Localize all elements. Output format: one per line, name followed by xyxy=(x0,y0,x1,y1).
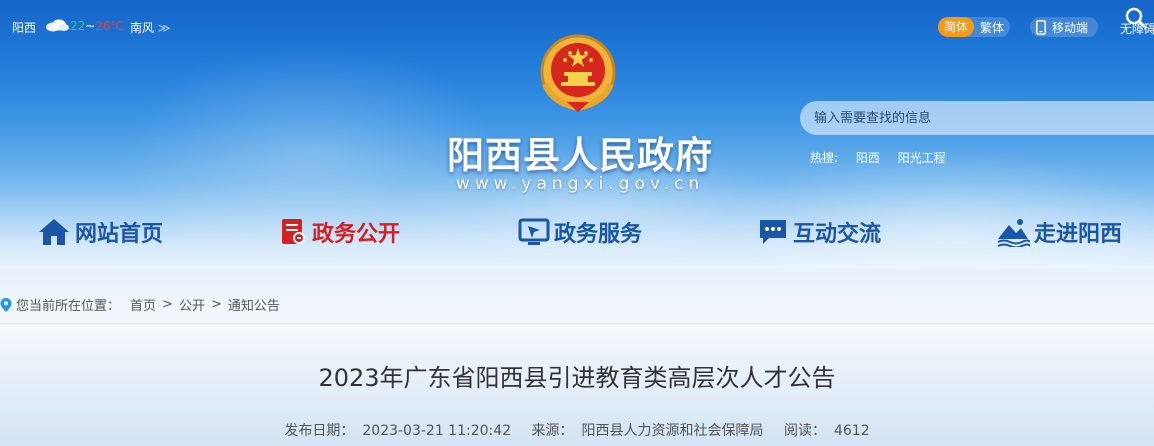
nav-item-about-yangxi[interactable]: 走进阳西 xyxy=(996,212,1122,252)
source-label: 来源： xyxy=(531,423,574,439)
site-url: www.yangxi.gov.cn xyxy=(455,174,705,194)
search-icon[interactable] xyxy=(1124,6,1148,30)
article-title: 2023年广东省阳西县引进教育类高层次人才公告 xyxy=(318,364,836,392)
breadcrumb: 您当前所在位置： 首页 > 公开 > 通知公告 xyxy=(0,283,1154,324)
home-icon xyxy=(39,219,69,245)
chevron-right-icon[interactable]: ≫ xyxy=(158,21,171,35)
hot-search: 热搜: 阳西 阳光工程 xyxy=(810,149,960,166)
nav-item-interaction[interactable]: 互动交流 xyxy=(757,212,881,252)
simplified-chinese-button[interactable]: 简体 xyxy=(938,17,975,37)
language-switch: 简体 繁体 xyxy=(938,17,1011,37)
nav-item-label: 走进阳西 xyxy=(1034,222,1123,247)
breadcrumb-separator: > xyxy=(162,297,173,312)
search-box xyxy=(800,101,1154,135)
main-nav: 网站首页 政务公开 政务服务 互动交流 走进阳西 xyxy=(0,212,1154,252)
site-title: 阳西县人民政府 xyxy=(447,134,713,177)
nav-item-label: 政务公开 xyxy=(312,222,401,247)
temp-low: 22 xyxy=(70,19,86,33)
publish-date-label: 发布日期： xyxy=(284,423,355,439)
breadcrumb-item-home[interactable]: 首页 xyxy=(130,295,156,314)
traditional-chinese-button[interactable]: 繁体 xyxy=(980,19,1004,36)
chat-icon xyxy=(760,220,786,244)
nav-item-label: 网站首页 xyxy=(75,222,164,247)
mobile-site-button[interactable]: 移动端 xyxy=(1030,17,1099,37)
weather-wind: 南风 ≫ xyxy=(130,19,170,36)
nav-item-label: 互动交流 xyxy=(793,222,882,247)
article-meta: 发布日期： 2023-03-21 11:20:42 来源： 阳西县人力资源和社会保障… xyxy=(0,420,1154,440)
wind-label: 南风 xyxy=(130,21,155,35)
weather-temperature: 22~26℃ xyxy=(70,19,124,33)
breadcrumb-separator: > xyxy=(210,297,222,312)
hot-search-item[interactable]: 阳光工程 xyxy=(898,151,946,165)
document-icon xyxy=(282,219,305,244)
landscape-icon xyxy=(997,219,1030,247)
nav-item-label: 政务服务 xyxy=(554,222,643,247)
weather-location: 阳西 xyxy=(12,21,37,35)
nav-item-home[interactable]: 网站首页 xyxy=(37,212,163,252)
search-input[interactable] xyxy=(814,108,1114,128)
article-source: 阳西县人力资源和社会保障局 xyxy=(581,423,764,439)
mobile-site-label: 移动端 xyxy=(1052,20,1089,35)
nav-item-government-services[interactable]: 政务服务 xyxy=(518,212,642,252)
hot-search-label: 热搜: xyxy=(810,151,839,165)
mobile-phone-icon xyxy=(1036,19,1046,35)
breadcrumb-item-public[interactable]: 公开 xyxy=(179,295,205,314)
service-screen-icon xyxy=(518,218,550,245)
publish-date: 2023-03-21 11:20:42 xyxy=(362,423,512,439)
hot-search-item[interactable]: 阳西 xyxy=(856,151,880,165)
view-count: 4612 xyxy=(833,423,870,439)
national-emblem-icon xyxy=(540,34,616,112)
temp-separator: ~ xyxy=(85,19,96,33)
breadcrumb-item-notices[interactable]: 通知公告 xyxy=(228,295,280,314)
views-label: 阅读： xyxy=(783,423,826,439)
breadcrumb-prefix: 您当前所在位置： xyxy=(16,299,121,314)
nav-item-government-affairs[interactable]: 政务公开 xyxy=(280,212,400,252)
cloud-icon xyxy=(46,19,69,32)
location-pin-icon xyxy=(0,297,12,312)
temp-high: 26℃ xyxy=(95,19,125,33)
